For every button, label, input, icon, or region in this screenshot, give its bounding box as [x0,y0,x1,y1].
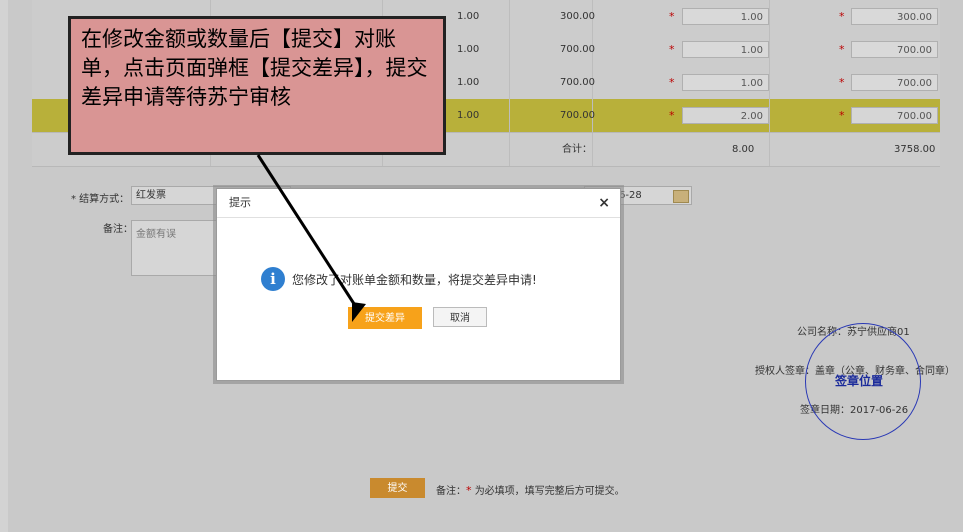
qty-input[interactable]: 1.00 [682,8,769,25]
amount-cell: 700.00 [560,110,595,121]
total-label: 合计： [562,144,592,155]
cancel-button[interactable]: 取消 [433,307,487,327]
settle-label: * 结算方式： [71,194,130,205]
amount-cell: 700.00 [560,77,595,88]
footer-note-label: 备注： [436,486,466,497]
required-mark: * [839,10,845,23]
required-mark: * [669,109,675,122]
total-qty: 8.00 [732,144,755,155]
submit-button[interactable]: 提交 [370,478,425,498]
required-mark: * [669,43,675,56]
dialog-title: 提示 [229,196,251,209]
callout-text: 在修改金额或数量后【提交】对账单，点击页面弹框【提交差异】，提交差异申请等待苏宁… [81,27,428,109]
total-amount: 3758.00 [894,144,936,155]
date-value: 6-28 [619,190,642,201]
dialog-header: 提示 × [217,189,620,218]
remark-value: 金额有误 [136,229,176,240]
amount-input[interactable]: 700.00 [851,107,938,124]
amount-input[interactable]: 700.00 [851,74,938,91]
required-mark: * [669,10,675,23]
qty-cell: 1.00 [457,11,480,22]
required-mark: * [839,43,845,56]
prompt-dialog: 提示 × i 您修改了对账单金额和数量，将提交差异申请! 提交差异 取消 [216,188,621,381]
seal-position-text: 签章位置 [835,374,884,388]
amount-cell: 300.00 [560,11,595,22]
required-mark: * [839,76,845,89]
instruction-callout: 在修改金额或数量后【提交】对账单，点击页面弹框【提交差异】，提交差异申请等待苏宁… [68,16,446,155]
qty-input[interactable]: 2.00 [682,107,769,124]
close-icon[interactable]: × [598,189,610,217]
qty-input[interactable]: 1.00 [682,74,769,91]
info-icon: i [261,267,285,291]
qty-input[interactable]: 1.00 [682,41,769,58]
dialog-message: 您修改了对账单金额和数量，将提交差异申请! [292,273,537,287]
required-mark: * [669,76,675,89]
qty-cell: 1.00 [457,44,480,55]
qty-cell: 1.00 [457,77,480,88]
qty-cell: 1.00 [457,110,480,121]
amount-cell: 700.00 [560,44,595,55]
footer-note-required: * [466,484,472,497]
required-mark: * [839,109,845,122]
amount-input[interactable]: 300.00 [851,8,938,25]
footer-note: 备注：* 为必填项，填写完整后方可提交。 [436,482,625,497]
amount-input[interactable]: 700.00 [851,41,938,58]
remark-label: 备注： [103,224,133,235]
footer-note-text: 为必填项，填写完整后方可提交。 [474,486,625,497]
remark-textarea[interactable]: 金额有误 [131,220,219,276]
calendar-icon[interactable] [673,190,689,203]
settle-value: 红发票 [136,190,166,201]
submit-difference-button[interactable]: 提交差异 [348,307,422,329]
